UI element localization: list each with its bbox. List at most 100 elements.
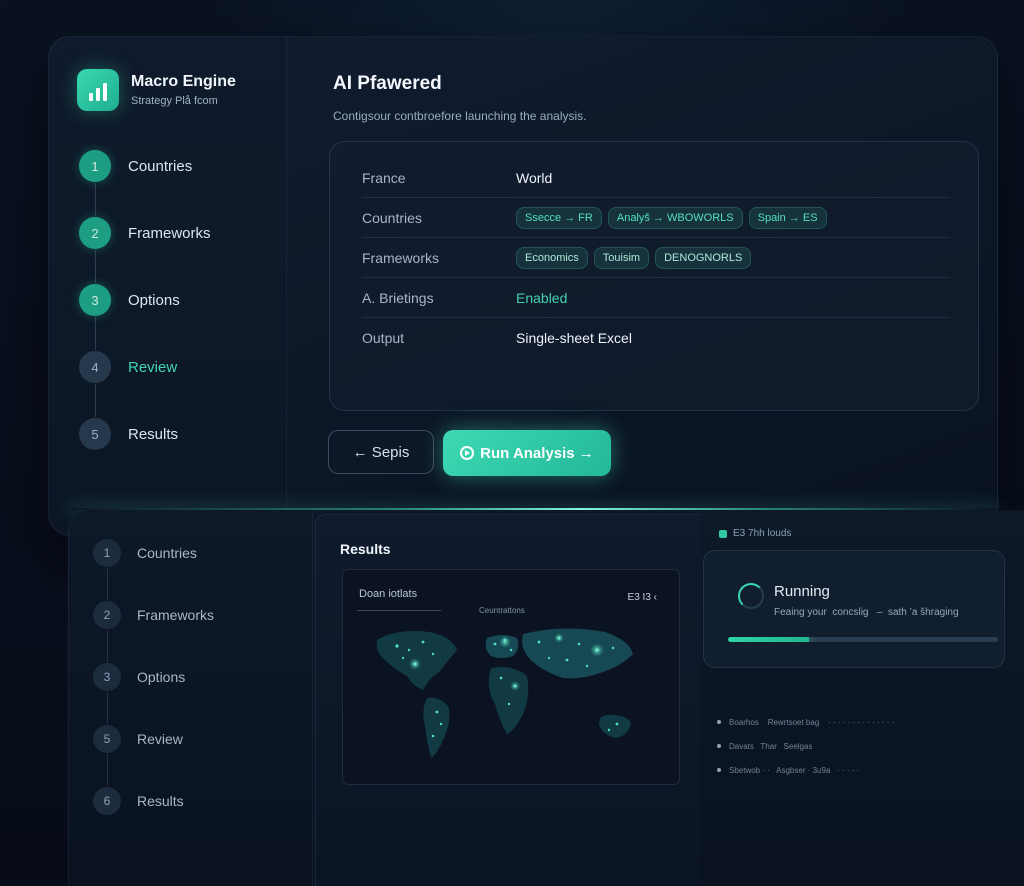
review-key: A. Brietings: [362, 289, 434, 306]
review-row: Countries Ssecce → FR Analyš → WBOWORLS …: [362, 198, 950, 238]
step-results[interactable]: 6 Results: [93, 786, 214, 816]
running-status-card: Running Feaing your concslig – sath ’a š…: [703, 550, 1005, 668]
step-label: Frameworks: [128, 224, 211, 242]
step-connector: [107, 754, 108, 786]
progress-bar: [728, 637, 998, 642]
step-number: 6: [93, 787, 121, 815]
log-text: Davats Thar Seelgas: [729, 741, 813, 751]
bullet-icon: [717, 744, 721, 748]
map-tag[interactable]: E3 I3 ‹: [628, 592, 657, 603]
step-connector: [95, 183, 96, 216]
review-row: Output Single-sheet Excel: [362, 318, 950, 358]
bullet-icon: [717, 720, 721, 724]
brand: Macro Engine Strategy Plå fcom: [77, 69, 236, 111]
map-tab[interactable]: Ceuntrattons: [479, 606, 525, 615]
map-card[interactable]: Doan iotlats Ceuntrattons E3 I3 ‹: [342, 569, 680, 785]
bullet-icon: [717, 768, 721, 772]
review-value: World: [516, 169, 553, 186]
running-subtitle: Feaing your concslig – sath ’a šhraging: [774, 607, 959, 618]
step-label: Results: [128, 425, 179, 443]
log-line: Boarhos Rewrtsoet bag · · · · · · · · · …: [717, 710, 894, 734]
map-tab-underline: [357, 610, 441, 611]
step-countries[interactable]: 1 Countries: [93, 538, 214, 568]
step-number: 5: [79, 418, 111, 450]
country-chips: Ssecce → FR Analyš → WBOWORLS Spain → ES: [516, 206, 827, 229]
step-results[interactable]: 5 Results: [79, 417, 211, 451]
chip[interactable]: Ssecce → FR: [516, 206, 602, 229]
step-number: 5: [93, 725, 121, 753]
review-key: France: [362, 169, 406, 186]
spinner-icon: [738, 583, 764, 609]
results-panel: Results Doan iotlats Ceuntrattons E3 I3 …: [315, 514, 701, 886]
step-number: 2: [93, 601, 121, 629]
status-icon: [719, 529, 727, 538]
step-number: 2: [79, 217, 111, 249]
review-value: Single-sheet Excel: [516, 330, 632, 346]
step-review[interactable]: 4 Review: [79, 350, 211, 384]
step-connector: [107, 568, 108, 600]
run-analysis-button[interactable]: Run Analysis →: [443, 430, 611, 476]
run-analysis-label: Run Analysis →: [480, 444, 594, 462]
step-connector: [95, 317, 96, 350]
chip[interactable]: Touisim: [593, 246, 650, 269]
log-text: Sbetwob · · Asgbser · 3u9a · · · · ·: [729, 765, 860, 775]
step-label: Results: [137, 793, 184, 809]
step-countries[interactable]: 1 Countries: [79, 149, 211, 183]
page-title: AI Pfawered: [333, 73, 442, 94]
log-line: Sbetwob · · Asgbser · 3u9a · · · · ·: [717, 758, 894, 782]
chip[interactable]: Economics: [516, 246, 588, 269]
step-label: Review: [128, 358, 178, 376]
back-button[interactable]: ← Sepis: [328, 430, 434, 474]
step-list: 1 Countries 2 Frameworks 3 Options 4 Rev…: [79, 149, 211, 451]
step-number: 4: [79, 351, 111, 383]
step-review[interactable]: 5 Review: [93, 724, 214, 754]
sidebar: Macro Engine Strategy Plå fcom 1 Countri…: [49, 37, 287, 535]
page-subtitle: Contigsour contbroefore launching the an…: [333, 109, 587, 123]
step-frameworks[interactable]: 2 Frameworks: [79, 216, 211, 250]
step-label: Countries: [137, 545, 197, 561]
step-list-secondary: 1 Countries 2 Frameworks 3 Options 5 Rev…: [93, 538, 214, 816]
step-label: Countries: [128, 157, 193, 175]
play-icon: [460, 446, 475, 460]
main-header: AI Pfawered Contigsour contbroefore laun…: [333, 73, 587, 123]
review-row: Frameworks Economics Touisim DENOGNORLS: [362, 238, 950, 278]
back-button-label: ← Sepis: [352, 443, 410, 461]
step-label: Options: [137, 669, 186, 685]
map-header: Doan iotlats: [359, 588, 418, 600]
world-map-icon: [376, 628, 633, 758]
review-value: Enabled: [516, 289, 568, 306]
review-key: Output: [362, 330, 405, 346]
status-tag-label: E3 7hh louds: [733, 528, 792, 539]
results-title: Results: [340, 541, 391, 557]
chip[interactable]: Spain → ES: [748, 206, 827, 229]
step-options[interactable]: 3 Options: [79, 283, 211, 317]
step-number: 1: [93, 539, 121, 567]
step-number: 1: [79, 150, 111, 182]
step-label: Frameworks: [137, 607, 215, 623]
step-connector: [107, 692, 108, 724]
step-label: Review: [137, 731, 183, 747]
step-label: Options: [128, 291, 180, 309]
step-number: 3: [93, 663, 121, 691]
running-title: Running: [774, 583, 830, 600]
step-connector: [95, 384, 96, 417]
step-options[interactable]: 3 Options: [93, 662, 214, 692]
step-number: 3: [79, 284, 111, 316]
review-row: A. Brietings Enabled: [362, 278, 950, 318]
chip[interactable]: Analyš → WBOWORLS: [607, 206, 743, 229]
sidebar-secondary: 1 Countries 2 Frameworks 3 Options 5 Rev…: [69, 510, 313, 886]
step-connector: [107, 630, 108, 662]
brand-title: Macro Engine: [131, 73, 236, 90]
log-list: Boarhos Rewrtsoet bag · · · · · · · · · …: [717, 710, 894, 782]
log-text: Boarhos Rewrtsoet bag · · · · · · · · · …: [729, 717, 895, 727]
step-frameworks[interactable]: 2 Frameworks: [93, 600, 214, 630]
log-line: Davats Thar Seelgas: [717, 734, 894, 758]
review-summary-card: France World Countries Ssecce → FR Analy…: [329, 141, 979, 411]
chip[interactable]: DENOGNORLS: [655, 246, 752, 269]
step-connector: [95, 250, 96, 283]
brand-subtitle: Strategy Plå fcom: [131, 95, 218, 107]
review-key: Countries: [362, 209, 422, 226]
bar-chart-icon: [77, 69, 119, 111]
status-tag: E3 7hh louds: [719, 528, 791, 539]
setup-window: Macro Engine Strategy Plå fcom 1 Countri…: [48, 36, 998, 536]
